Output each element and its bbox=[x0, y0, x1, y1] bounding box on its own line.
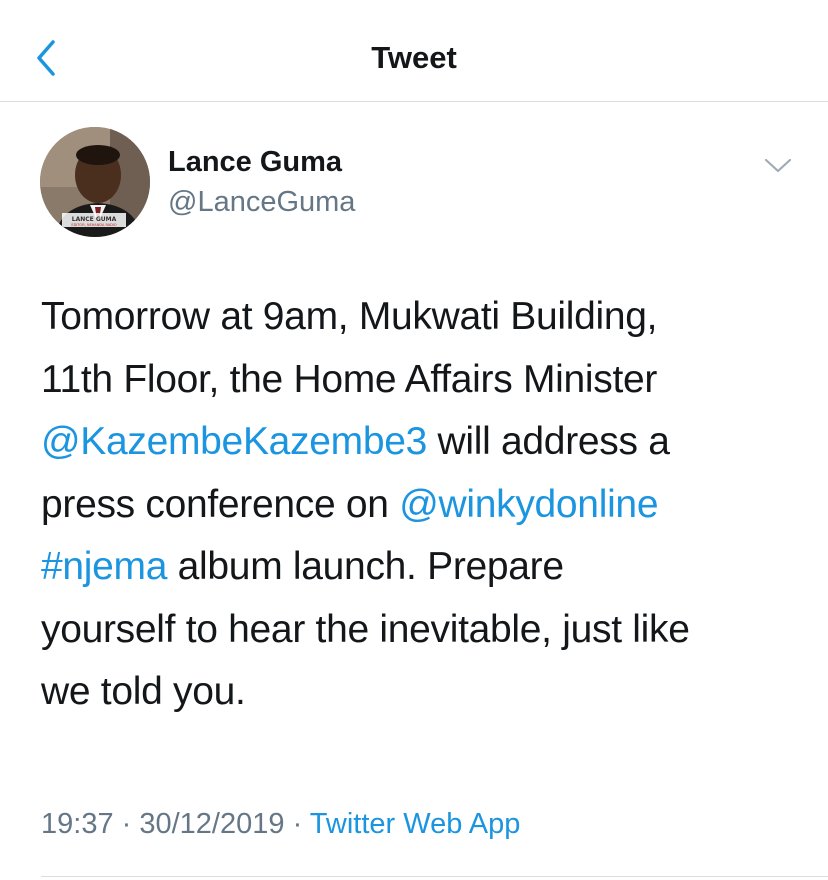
author-handle[interactable]: @LanceGuma bbox=[168, 186, 355, 219]
divider bbox=[41, 876, 828, 877]
tweet-text-segment: press conference on bbox=[41, 482, 400, 526]
author-display-name[interactable]: Lance Guma bbox=[168, 146, 342, 179]
tweet-line-5: #njema album launch. Prepare bbox=[41, 536, 801, 599]
avatar[interactable]: LANCE GUMA EDITOR, NEHANDA RADIO bbox=[40, 127, 150, 237]
more-options-button[interactable] bbox=[760, 150, 796, 180]
tweet-date: 30/12/2019 bbox=[139, 808, 285, 840]
meta-separator: · bbox=[113, 808, 140, 840]
tweet-line-2: 11th Floor, the Home Affairs Minister bbox=[41, 357, 658, 401]
tweet-line-1: Tomorrow at 9am, Mukwati Building, bbox=[41, 295, 658, 338]
hashtag-link[interactable]: #njema bbox=[41, 545, 167, 588]
avatar-image: LANCE GUMA EDITOR, NEHANDA RADIO bbox=[40, 127, 150, 237]
tweet-line-6: yourself to hear the inevitable, just li… bbox=[41, 607, 690, 651]
tweet-text-segment: will address a bbox=[427, 420, 670, 463]
avatar-caption: LANCE GUMA bbox=[72, 216, 117, 223]
tweet-line-3: @KazembeKazembe3 will address a bbox=[41, 411, 801, 474]
mention-link[interactable]: @KazembeKazembe3 bbox=[41, 420, 427, 463]
navigation-bar: Tweet bbox=[0, 0, 828, 102]
meta-separator: · bbox=[284, 808, 310, 840]
avatar-subcaption: EDITOR, NEHANDA RADIO bbox=[71, 223, 117, 227]
tweet-source-link[interactable]: Twitter Web App bbox=[310, 808, 521, 840]
tweet-time: 19:37 bbox=[41, 808, 114, 840]
tweet-line-7: we told you. bbox=[41, 670, 246, 713]
tweet-line-4: press conference on @winkydonline bbox=[41, 474, 801, 537]
tweet-text-segment: album launch. Prepare bbox=[167, 545, 564, 588]
tweet-text: Tomorrow at 9am, Mukwati Building, 11th … bbox=[41, 286, 801, 724]
chevron-down-icon bbox=[764, 158, 792, 173]
tweet-metadata: 19:37 · 30/12/2019 · Twitter Web App bbox=[41, 808, 520, 841]
page-title: Tweet bbox=[371, 40, 457, 75]
mention-link[interactable]: @winkydonline bbox=[399, 483, 658, 526]
